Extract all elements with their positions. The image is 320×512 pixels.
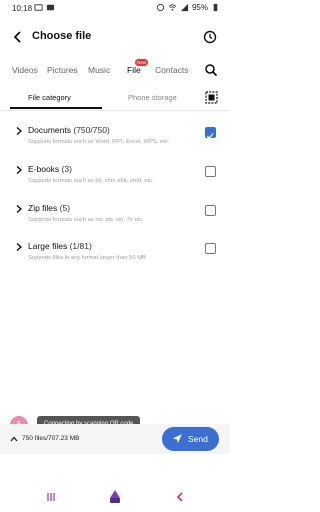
documents-checkbox[interactable]	[205, 127, 216, 140]
history-icon[interactable]	[202, 29, 218, 45]
category-row-ebooks[interactable]: E-books (3) Supports formats such as txt…	[0, 159, 230, 195]
tab-pictures[interactable]: Pictures	[47, 65, 78, 75]
subtab-bar: File category Phone storage	[0, 88, 230, 110]
chevron-right-icon	[16, 165, 23, 175]
search-icon[interactable]	[204, 63, 218, 77]
battery-icon	[213, 3, 218, 12]
category-description: Supports files in any format larger than…	[28, 255, 146, 261]
battery-percent: 95%	[191, 3, 208, 12]
system-nav-bar	[0, 486, 230, 512]
category-title: Documents (750/750)	[28, 125, 110, 135]
tab-music[interactable]: Music	[88, 65, 110, 75]
zip-files-checkbox[interactable]	[205, 205, 216, 216]
large-files-checkbox[interactable]	[205, 243, 216, 254]
recent-apps-icon[interactable]	[46, 492, 56, 502]
tab-file-label: File	[127, 65, 141, 75]
back-arrow-icon[interactable]	[10, 29, 26, 45]
status-bar: 10:18 95%	[0, 0, 230, 18]
active-subtab-indicator	[10, 107, 102, 109]
tab-bar: Videos Pictures Music File New Contacts	[0, 58, 230, 82]
chevron-right-icon	[16, 242, 23, 252]
send-bar: 750 files/707.23 MB Send	[0, 424, 230, 454]
send-icon	[173, 434, 182, 443]
tab-videos[interactable]: Videos	[12, 65, 38, 75]
tab-file[interactable]: File New	[127, 59, 149, 75]
category-title: Large files (1/81)	[28, 241, 92, 251]
category-description: Supports formats such as txt, chm ebk, u…	[28, 178, 154, 184]
category-row-large-files[interactable]: Large files (1/81) Supports files in any…	[0, 236, 230, 272]
signal-icon	[180, 3, 189, 12]
category-title: Zip files (5)	[28, 203, 71, 213]
send-button[interactable]: Send	[162, 427, 219, 451]
notification-icons	[34, 3, 55, 12]
status-time: 10:18	[12, 4, 33, 13]
wifi-icon	[168, 4, 177, 11]
header: Choose file	[0, 22, 230, 52]
chevron-up-icon[interactable]	[10, 435, 18, 443]
home-wizard-icon[interactable]	[108, 489, 122, 505]
image-icon	[34, 4, 43, 11]
new-badge: New	[135, 59, 149, 66]
subtab-divider	[0, 110, 230, 111]
tab-contacts[interactable]: Contacts	[155, 65, 189, 75]
subtab-phone-storage[interactable]: Phone storage	[128, 93, 177, 102]
category-row-documents[interactable]: Documents (750/750) Supports formats suc…	[0, 120, 230, 156]
page-title: Choose file	[32, 30, 92, 42]
subtab-file-category[interactable]: File category	[28, 93, 71, 102]
send-button-label: Send	[188, 434, 208, 444]
ebooks-checkbox[interactable]	[205, 166, 216, 177]
alarm-icon	[156, 3, 165, 12]
select-all-icon[interactable]	[205, 91, 218, 104]
category-title: E-books (3)	[28, 164, 72, 174]
checkmark-icon	[206, 133, 214, 140]
back-nav-icon[interactable]	[175, 492, 185, 502]
selection-summary: 750 files/707.23 MB	[22, 435, 80, 442]
system-icons: 95%	[156, 3, 220, 12]
category-row-zip-files[interactable]: Zip files (5) Supports formats such as r…	[0, 198, 230, 234]
category-description: Supports formats such as rar, zip, iso, …	[28, 217, 144, 223]
category-description: Supports formats such as Word, PPT, Exce…	[28, 139, 170, 145]
chevron-right-icon	[16, 126, 23, 136]
message-icon	[46, 4, 55, 11]
chevron-right-icon	[16, 204, 23, 214]
